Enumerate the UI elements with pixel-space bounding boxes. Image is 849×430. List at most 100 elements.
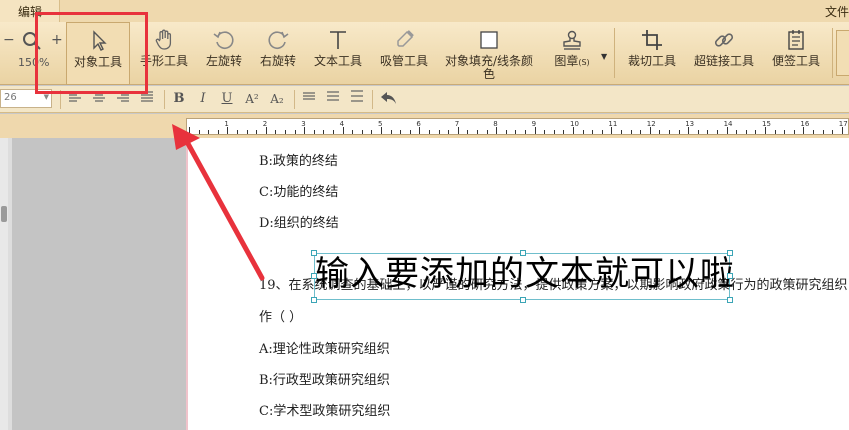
rotate-right-icon <box>268 31 289 49</box>
left-panel-scrollbar[interactable] <box>0 138 12 430</box>
ruler-tick <box>659 130 661 134</box>
ruler-number: 8 <box>493 120 498 128</box>
line-spacing-icon <box>327 91 339 101</box>
ruler-tick <box>525 130 526 134</box>
ruler-tick <box>621 130 622 134</box>
ruler-tick <box>697 130 699 134</box>
ruler-number: 1 <box>224 120 229 128</box>
fill-color-label: 对象填充/线条颜色 <box>444 54 534 81</box>
option-line: B:政策的终结 <box>259 154 338 169</box>
rotate-left-icon <box>213 31 234 49</box>
ruler-number: 17 <box>838 120 848 128</box>
ruler-tick <box>419 127 421 134</box>
undo-button[interactable] <box>378 90 400 108</box>
resize-handle[interactable] <box>727 273 733 279</box>
line-spacing-1-button[interactable] <box>300 90 318 108</box>
rotate-left-button[interactable]: 左旋转 <box>196 22 252 85</box>
resize-handle[interactable] <box>311 297 317 303</box>
ruler-number: 7 <box>454 120 460 128</box>
ruler-tick <box>717 130 718 134</box>
line-spacing-icon <box>351 90 363 102</box>
ruler-number: 14 <box>723 120 733 128</box>
resize-handle[interactable] <box>520 297 526 303</box>
option-line: A:理论性政策研究组织 <box>259 342 390 357</box>
line-spacing-2-button[interactable] <box>324 90 342 108</box>
ruler-tick <box>371 130 373 134</box>
resize-handle[interactable] <box>727 250 733 256</box>
line-spacing-icon <box>303 92 315 100</box>
resize-handle[interactable] <box>311 273 317 279</box>
tab-file[interactable]: 文件 <box>825 3 849 20</box>
horizontal-ruler: 1 2 3 4 5 6 7 8 9 10 11 12 13 14 15 16 17 <box>186 118 849 135</box>
ruler-tick <box>611 127 613 134</box>
ruler-tick <box>275 130 277 134</box>
ruler-number: 13 <box>685 120 695 128</box>
resize-handle[interactable] <box>520 250 526 256</box>
toolbar-separator <box>832 28 833 78</box>
ruler-tick <box>803 127 805 134</box>
ruler-tick <box>601 130 603 134</box>
ruler-tick <box>381 127 382 134</box>
inserted-text[interactable]: 输入要添加的文本就可以啦 <box>315 254 735 294</box>
option-line: D:组织的终结 <box>259 216 339 231</box>
note-tool-button[interactable]: 便签工具 <box>766 22 826 85</box>
ruler-tick <box>573 127 574 134</box>
ruler-number: 11 <box>608 120 618 128</box>
left-scroll-thumb[interactable] <box>1 206 7 222</box>
ruler-tick <box>736 130 738 134</box>
fill-color-button[interactable]: 对象填充/线条颜色 <box>438 22 540 85</box>
subscript-button[interactable]: A₂ <box>266 90 288 108</box>
ruler-number: 16 <box>800 120 810 128</box>
ruler-tick <box>669 130 670 134</box>
ruler-tick <box>486 130 488 134</box>
resize-handle[interactable] <box>727 297 733 303</box>
stamp-dropdown-arrow[interactable]: ▼ <box>601 52 607 61</box>
ruler-tick <box>765 127 766 134</box>
ruler-tick <box>534 127 536 134</box>
ruler-number: 10 <box>570 120 579 128</box>
ruler-tick <box>457 127 459 134</box>
ruler-tick <box>582 130 584 134</box>
ruler-tick <box>649 127 651 134</box>
ruler-tick <box>323 130 325 134</box>
ruler-number: 4 <box>339 120 345 128</box>
inserted-text-box[interactable]: 输入要添加的文本就可以啦 <box>311 250 734 303</box>
hyperlink-tool-label: 超链接工具 <box>693 54 754 68</box>
ruler-tick <box>477 130 478 134</box>
ruler-tick <box>505 130 507 134</box>
ruler-tick <box>198 130 200 134</box>
stamp-icon <box>563 30 581 50</box>
overflow-tool-button[interactable] <box>836 30 849 76</box>
ruler-tick <box>448 130 450 134</box>
resize-handle[interactable] <box>311 250 317 256</box>
ruler-tick <box>361 130 363 134</box>
underline-button[interactable]: U <box>218 90 236 108</box>
text-tool-button[interactable]: 文本工具 <box>306 22 370 85</box>
ruler-number: 12 <box>646 120 656 128</box>
zoom-out-button[interactable]: − <box>3 32 15 48</box>
italic-button[interactable]: I <box>194 90 212 108</box>
stamp-tool-button[interactable]: 图章(S) <box>544 22 600 85</box>
ruler-tick <box>189 127 190 134</box>
fill-color-icon <box>480 31 498 49</box>
line-spacing-3-button[interactable] <box>348 90 366 108</box>
ruler-tick <box>333 130 334 134</box>
ruler-tick <box>793 130 795 134</box>
bold-button[interactable]: B <box>170 90 188 108</box>
ruler-tick <box>352 130 354 134</box>
ruler-number: 3 <box>301 120 306 128</box>
ruler-tick <box>390 130 392 134</box>
superscript-button[interactable]: A² <box>242 90 262 108</box>
rotate-left-label: 左旋转 <box>205 54 242 68</box>
ruler-tick <box>217 130 219 134</box>
crop-tool-button[interactable]: 裁切工具 <box>622 22 682 85</box>
ruler-tick <box>313 130 315 134</box>
rotate-right-button[interactable]: 右旋转 <box>252 22 304 85</box>
question-continuation: 作（ ） <box>259 310 303 325</box>
ruler-tick <box>227 127 229 134</box>
ruler-tick <box>304 127 306 134</box>
option-line: C:学术型政策研究组织 <box>259 404 391 419</box>
eyedropper-tool-button[interactable]: 吸管工具 <box>372 22 436 85</box>
ruler-tick <box>496 127 498 134</box>
hyperlink-tool-button[interactable]: 超链接工具 <box>688 22 760 85</box>
